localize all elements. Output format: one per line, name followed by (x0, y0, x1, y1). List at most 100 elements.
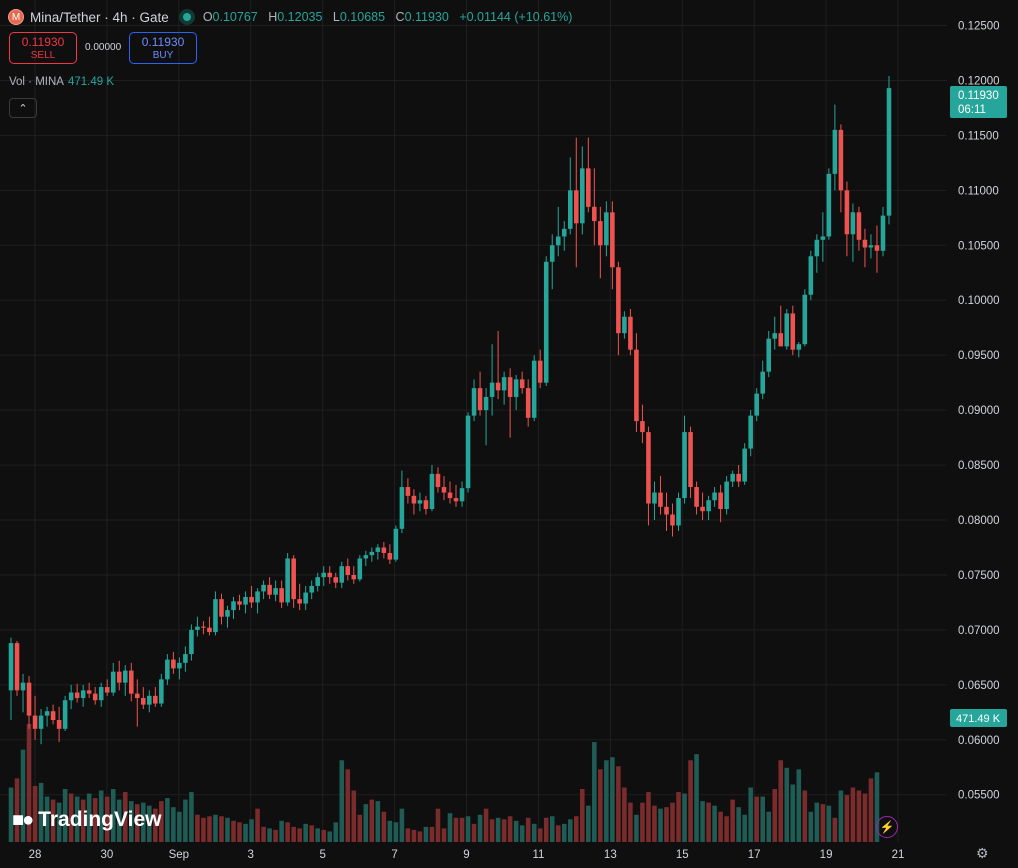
candle-body (237, 601, 242, 605)
candle-body (874, 245, 880, 251)
candle-body (802, 294, 808, 345)
candle-body (417, 500, 423, 504)
volume-bar (357, 814, 363, 842)
volume-bar (766, 811, 772, 842)
price-tick-label: 0.11000 (958, 185, 999, 197)
candle-body (670, 514, 675, 526)
candle-body (273, 588, 278, 595)
volume-bar (682, 793, 687, 842)
candle-body (700, 506, 705, 512)
candle-body (574, 190, 579, 224)
price-tick-label: 0.08500 (958, 460, 1000, 472)
candle-body (387, 552, 393, 560)
buy-label: BUY (152, 50, 174, 61)
volume-bar (628, 802, 633, 842)
volume-bar (465, 816, 471, 842)
candle-body (754, 393, 759, 416)
volume-bar (754, 796, 759, 842)
time-tick-label: Sep (169, 849, 189, 861)
candle-body (231, 601, 236, 611)
candle-body (525, 388, 531, 418)
volume-bar (808, 811, 814, 842)
volume-bar (676, 792, 681, 842)
market-status-icon[interactable] (178, 9, 195, 25)
volume-bar (664, 807, 669, 842)
change-value: +0.01144 (+10.61%) (459, 10, 573, 24)
candle-body (598, 221, 603, 246)
symbol-title[interactable]: Mina/Tether · 4h · Gate (30, 10, 169, 25)
volume-bar (183, 799, 188, 842)
candle-body (694, 487, 699, 507)
volume-bar (321, 829, 326, 842)
volume-bar (742, 814, 747, 842)
candle-body (405, 487, 411, 496)
volume-bar (327, 831, 333, 842)
collapse-legend-button[interactable]: ⌃ (9, 98, 37, 118)
candle-body (826, 173, 832, 237)
candle-body (652, 492, 657, 504)
volume-bar (363, 804, 369, 842)
tradingview-logo[interactable]: ■● TradingView (12, 808, 162, 832)
candle-body (838, 129, 844, 191)
gear-icon[interactable]: ⚙ (976, 845, 989, 862)
price-tick-label: 0.11500 (958, 130, 999, 142)
time-axis[interactable]: 28 30 Sep 3 5 7 9 11 13 15 17 19 21 (29, 849, 905, 861)
candle-body (507, 377, 513, 397)
candle-body (447, 492, 453, 499)
candle-body (8, 643, 14, 691)
high-value: 0.12035 (277, 10, 323, 24)
candle-body (772, 333, 778, 339)
volume-bar (706, 802, 711, 842)
volume-bar (243, 823, 248, 842)
volume-bar (567, 819, 573, 842)
volume-bar (519, 825, 525, 842)
candle-body (309, 585, 314, 593)
candle-body (104, 687, 110, 693)
candle-body (760, 371, 765, 394)
candle-body (153, 695, 158, 704)
buy-button[interactable]: 0.11930 BUY (129, 32, 197, 64)
candle-body (471, 388, 477, 416)
price-tick-label: 0.09500 (958, 350, 1000, 362)
spread-value: 0.00000 (85, 42, 122, 53)
sell-label: SELL (30, 50, 56, 61)
volume-bar (592, 742, 597, 842)
candle-body (110, 671, 116, 693)
candle-body (44, 711, 50, 716)
candle-body (279, 588, 284, 603)
buy-price: 0.11930 (141, 35, 185, 49)
candle-body (519, 379, 525, 389)
volume-bar (249, 819, 254, 842)
candle-body (423, 500, 429, 510)
time-tick-label: 21 (892, 849, 905, 861)
volume-bar (772, 789, 778, 842)
candle-body (477, 388, 483, 411)
candle-body (267, 584, 272, 595)
close-value: 0.11930 (404, 10, 449, 24)
mina-logo-icon: M (8, 9, 24, 25)
volume-bar (393, 822, 399, 842)
candle-body (56, 720, 62, 729)
candle-body (171, 659, 176, 669)
volume-bar (381, 811, 387, 842)
time-tick-label: 3 (248, 849, 254, 861)
volume-bar (622, 787, 627, 842)
candle-body (435, 473, 441, 488)
candle-body (567, 190, 573, 229)
candle-body (243, 596, 248, 605)
market-open-dot (182, 13, 191, 21)
lightning-icon[interactable]: ⚡ (876, 816, 898, 838)
candle-body (32, 715, 38, 729)
candle-body (628, 316, 633, 350)
volume-bar (351, 790, 357, 842)
sell-button[interactable]: 0.11930 SELL (9, 32, 77, 64)
open-value: 0.10767 (212, 10, 258, 24)
volume-bar (165, 798, 170, 842)
candle-body (868, 245, 874, 248)
candle-body (255, 591, 260, 603)
price-chart[interactable]: 0.12500 0.12000 0.11500 0.11000 0.10500 0.100… (0, 0, 1018, 868)
volume-bar (177, 811, 182, 842)
candle-body (730, 473, 735, 482)
price-axis[interactable]: 0.12500 0.12000 0.11500 0.11000 0.10500 0.100… (958, 20, 1000, 801)
candle-body (766, 338, 772, 372)
